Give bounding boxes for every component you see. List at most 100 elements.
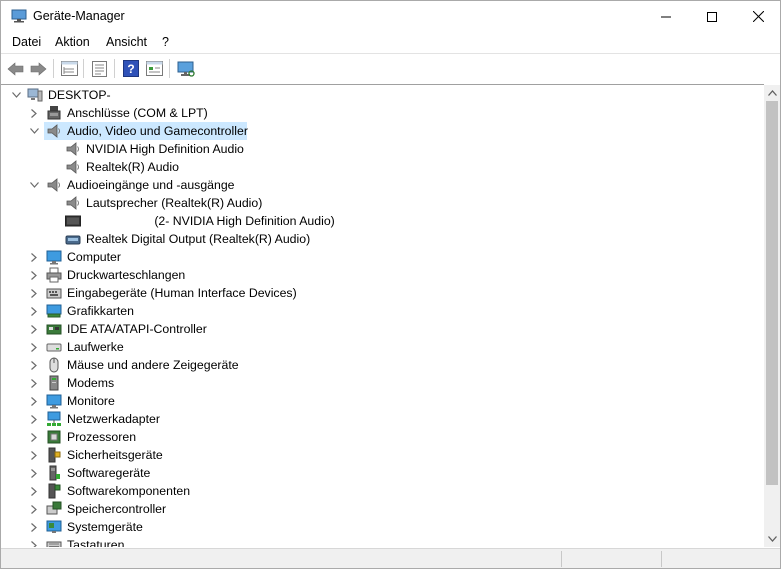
chevron-right-icon[interactable] (28, 250, 40, 264)
device-item[interactable]: NVIDIA High Definition Audio (1, 140, 741, 158)
category-item[interactable]: Speichercontroller (1, 500, 741, 518)
category-item[interactable]: Systemgeräte (1, 518, 741, 536)
chevron-right-icon[interactable] (28, 340, 40, 354)
tree-item-label: Prozessoren (67, 430, 137, 444)
title-bar[interactable]: Geräte-Manager (1, 1, 780, 32)
category-item[interactable]: Netzwerkadapter (1, 410, 741, 428)
keyboard-icon (46, 541, 62, 547)
chevron-right-icon[interactable] (28, 394, 40, 408)
monitor-scan-icon (177, 61, 195, 77)
chevron-right-icon[interactable] (28, 520, 40, 534)
chevron-right-icon[interactable] (28, 448, 40, 462)
properties-button[interactable] (89, 58, 110, 79)
chevron-right-icon[interactable] (28, 286, 40, 300)
chevron-right-icon[interactable] (28, 430, 40, 444)
resources-view-button[interactable] (144, 58, 165, 79)
device-item[interactable]: Realtek(R) Audio (1, 158, 741, 176)
toolbar-separator (53, 59, 54, 78)
menu-ansicht[interactable]: Ansicht (106, 35, 147, 49)
toolbar-separator (169, 59, 170, 78)
chevron-right-icon[interactable] (28, 358, 40, 372)
chevron-right-icon[interactable] (28, 322, 40, 336)
chevron-right-icon[interactable] (28, 304, 40, 318)
chevron-down-icon[interactable] (10, 88, 22, 102)
category-item[interactable]: Monitore (1, 392, 741, 410)
resources-view-icon (146, 61, 163, 76)
chevron-right-icon[interactable] (28, 106, 40, 120)
minimize-icon (661, 16, 671, 17)
chevron-right-icon[interactable] (28, 268, 40, 282)
category-item[interactable]: Modems (1, 374, 741, 392)
chevron-right-icon[interactable] (28, 502, 40, 516)
chevron-right-icon[interactable] (28, 466, 40, 480)
chevron-right-icon[interactable] (28, 538, 40, 547)
forward-button[interactable] (28, 58, 49, 79)
status-pane (661, 551, 761, 567)
category-item[interactable]: Computer (1, 248, 741, 266)
menu-help[interactable]: ? (162, 35, 169, 49)
device-item[interactable]: Lautsprecher (Realtek(R) Audio) (1, 194, 741, 212)
back-button[interactable] (5, 58, 26, 79)
scrollbar-thumb[interactable] (766, 101, 778, 485)
category-item[interactable]: Druckwarteschlangen (1, 266, 741, 284)
category-item[interactable]: Softwarekomponenten (1, 482, 741, 500)
tree-item-label: Grafikkarten (67, 304, 134, 318)
device-item[interactable]: (2- NVIDIA High Definition Audio) (1, 212, 741, 230)
tree-root[interactable]: DESKTOP- (1, 86, 741, 104)
device-tree-button[interactable] (59, 58, 80, 79)
device-manager-app-icon (11, 9, 27, 23)
category-item[interactable]: Softwaregeräte (1, 464, 741, 482)
tree-root-label: DESKTOP- (48, 88, 111, 102)
tree-item-label: Druckwarteschlangen (67, 268, 186, 282)
device-item[interactable]: Realtek Digital Output (Realtek(R) Audio… (1, 230, 741, 248)
device-tree-icon (61, 61, 78, 76)
scroll-up-button[interactable] (764, 85, 780, 101)
toolbar-separator (83, 59, 84, 78)
close-button[interactable] (735, 1, 781, 32)
computer-icon (27, 88, 43, 102)
properties-icon (92, 60, 107, 77)
device-tree[interactable]: DESKTOP- Anschlüsse (COM & LPT) Audio, Vi… (1, 84, 764, 547)
category-item[interactable]: Audioeingänge und -ausgänge (1, 176, 741, 194)
category-item[interactable]: Eingabegeräte (Human Interface Devices) (1, 284, 741, 302)
category-item[interactable]: Grafikkarten (1, 302, 741, 320)
chevron-right-icon[interactable] (28, 412, 40, 426)
storage-controller-icon (46, 501, 62, 515)
software-component-icon (48, 483, 61, 499)
close-icon (752, 11, 764, 22)
tree-item-label: Anschlüsse (COM & LPT) (67, 106, 208, 120)
speaker-icon (66, 142, 79, 156)
port-icon (47, 106, 61, 120)
maximize-button[interactable] (689, 1, 735, 32)
chevron-down-icon[interactable] (28, 124, 40, 138)
tree-item-label: Tastaturen (67, 538, 125, 547)
category-item[interactable]: Sicherheitsgeräte (1, 446, 741, 464)
graphics-card-icon (46, 304, 62, 318)
category-item[interactable]: Anschlüsse (COM & LPT) (1, 104, 741, 122)
chevron-down-icon[interactable] (28, 178, 40, 192)
system-device-icon (46, 520, 62, 533)
category-item[interactable]: IDE ATA/ATAPI-Controller (1, 320, 741, 338)
category-item[interactable]: Mäuse und andere Zeigegeräte (1, 356, 741, 374)
chevron-right-icon[interactable] (28, 484, 40, 498)
modem-icon (49, 375, 59, 391)
forward-arrow-icon (30, 61, 47, 76)
software-device-icon (49, 465, 60, 481)
speaker-icon (66, 196, 79, 210)
category-item[interactable]: Prozessoren (1, 428, 741, 446)
speaker-icon (66, 160, 79, 174)
chevron-up-icon (767, 90, 777, 96)
vertical-scrollbar[interactable] (764, 85, 780, 547)
category-item[interactable]: Laufwerke (1, 338, 741, 356)
device-manager-window: Geräte-Manager Datei Aktion Ansicht ? ? … (0, 0, 781, 569)
chevron-right-icon[interactable] (28, 376, 40, 390)
help-button[interactable]: ? (120, 58, 141, 79)
menu-aktion[interactable]: Aktion (55, 35, 90, 49)
scan-hardware-button[interactable] (175, 58, 196, 79)
category-item[interactable]: Audio, Video und Gamecontroller (1, 122, 741, 140)
category-item[interactable]: Tastaturen (1, 536, 741, 547)
menu-datei[interactable]: Datei (12, 35, 41, 49)
minimize-button[interactable] (643, 1, 689, 32)
ide-controller-icon (46, 324, 62, 335)
scroll-down-button[interactable] (764, 531, 780, 547)
